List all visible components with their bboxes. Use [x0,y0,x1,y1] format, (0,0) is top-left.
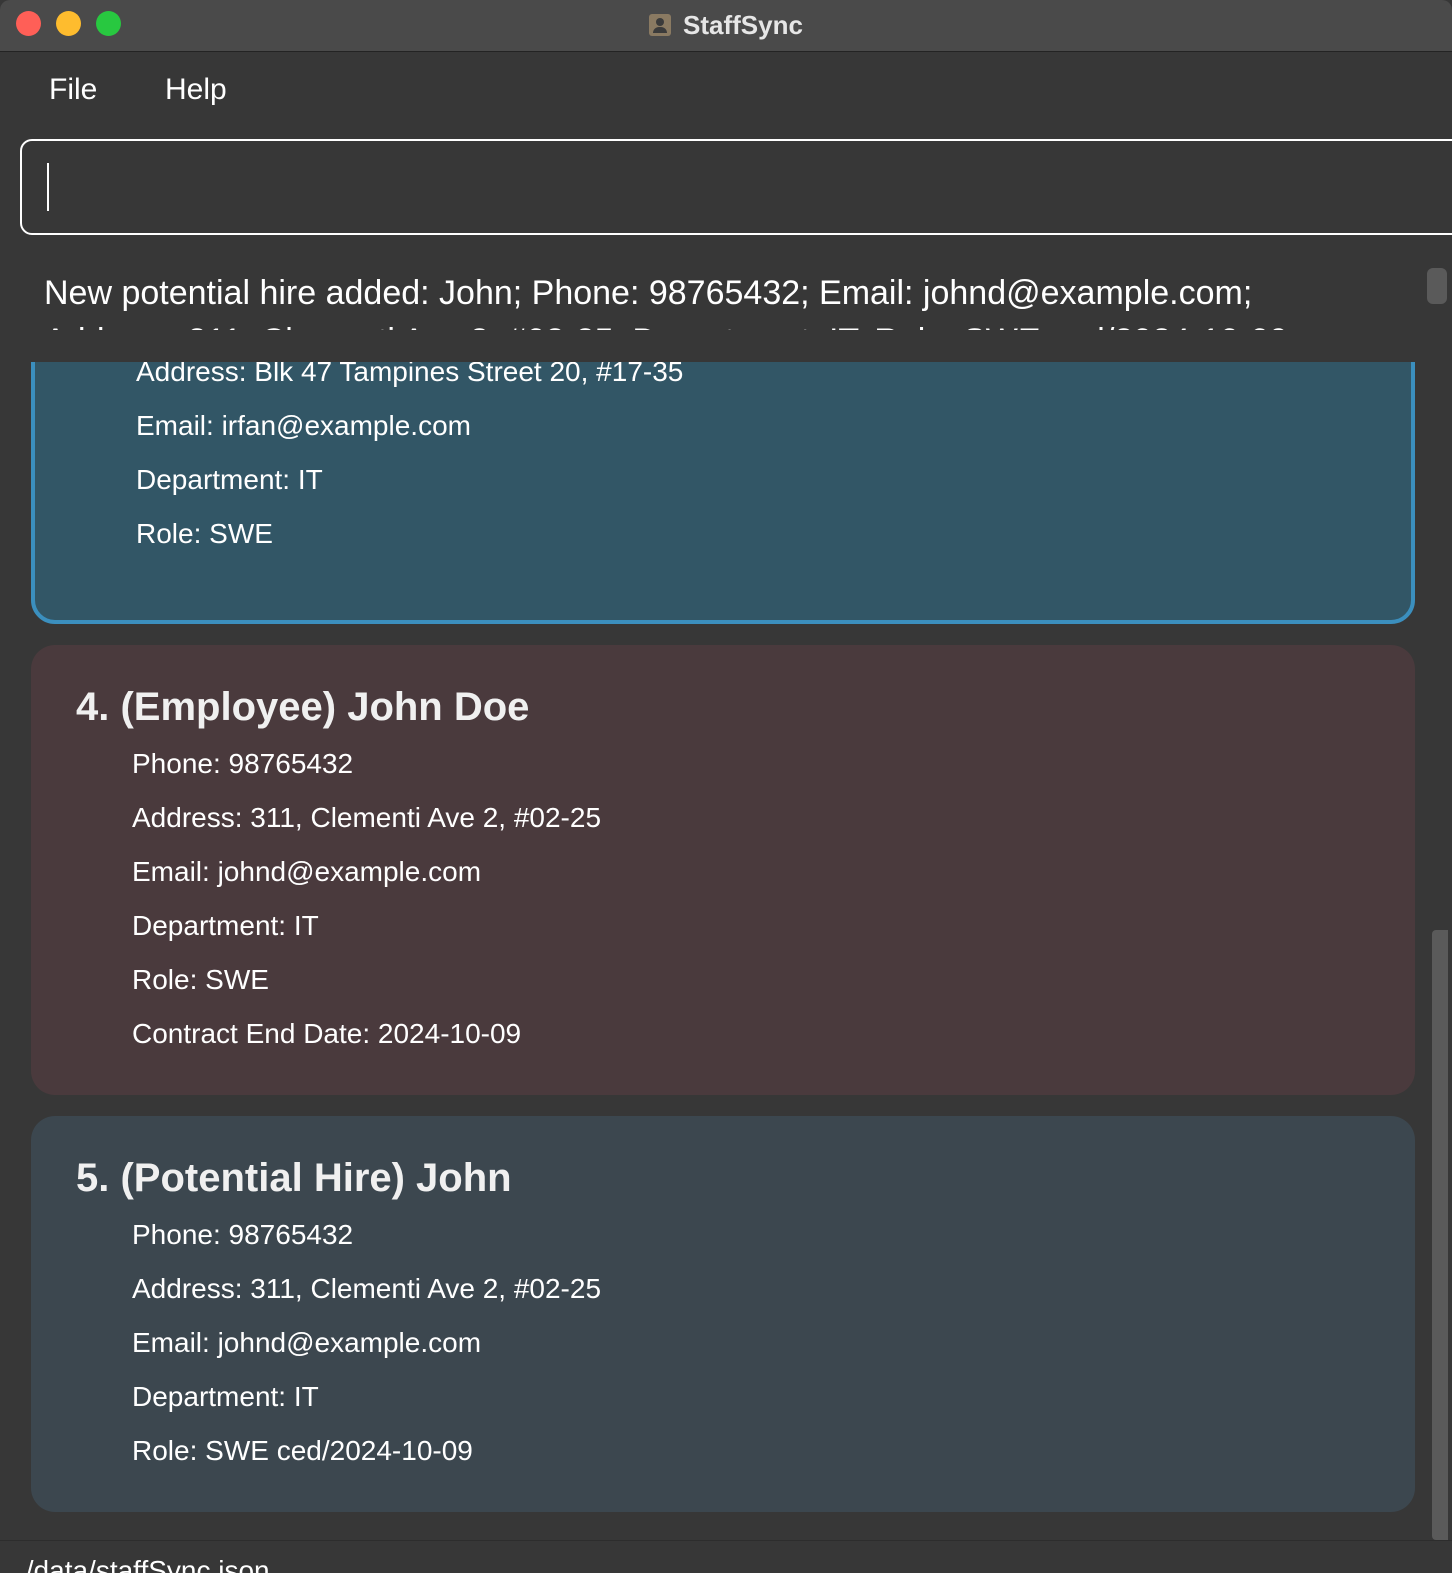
card-field-department: Department: IT [132,910,319,941]
app-icon [649,14,672,36]
card-field-email: Email: johnd@example.com [132,856,482,887]
result-display[interactable]: New potential hire added: John; Phone: 9… [0,258,1452,330]
card-field-address: Address: 311, Clementi Ave 2, #02-25 [132,802,602,833]
person-card-selected[interactable]: Address: Blk 47 Tampines Street 20, #17-… [31,362,1415,624]
card-field-role: Role: SWE ced/2024-10-09 [132,1435,473,1466]
card-field-address: Address: 311, Clementi Ave 2, #02-25 [132,1273,602,1304]
card-title: 4. (Employee) John Doe [76,685,530,729]
status-bar: ./data/staffSync.json [0,1540,1452,1573]
card-field-department: Department: IT [136,464,323,495]
result-scrollbar[interactable] [1427,268,1447,304]
card-field-email: Email: johnd@example.com [132,1327,482,1358]
card-field-address: Address: Blk 47 Tampines Street 20, #17-… [136,362,684,387]
card-field-phone: Phone: 98765432 [132,748,354,779]
card-field-role: Role: SWE [132,964,269,995]
menu-file[interactable]: File [49,73,97,107]
text-caret [47,163,49,211]
menu-help[interactable]: Help [165,73,227,107]
card-title: 5. (Potential Hire) John [76,1156,512,1200]
window-title: StaffSync [683,9,803,40]
card-field-email: Email: irfan@example.com [136,410,471,441]
card-field-role: Role: SWE [136,518,273,549]
card-field-department: Department: IT [132,1381,319,1412]
result-line-1: New potential hire added: John; Phone: 9… [44,274,1253,312]
result-line-2: Address: 311, Clementi Ave 2, #02-25; De… [44,322,1288,330]
person-list[interactable]: Address: Blk 47 Tampines Street 20, #17-… [0,362,1452,1540]
title-bar: StaffSync [0,0,1452,52]
card-field-contract-end: Contract End Date: 2024-10-09 [132,1018,522,1049]
command-input[interactable] [20,139,1452,235]
menu-bar: File Help [0,53,1452,131]
list-scrollbar[interactable] [1432,930,1448,1540]
person-card-potential-hire[interactable]: 5. (Potential Hire) John Phone: 98765432… [31,1116,1415,1512]
card-field-phone: Phone: 98765432 [132,1219,354,1250]
person-card-employee[interactable]: 4. (Employee) John Doe Phone: 98765432 A… [31,645,1415,1095]
status-file-path: ./data/staffSync.json [18,1555,270,1573]
